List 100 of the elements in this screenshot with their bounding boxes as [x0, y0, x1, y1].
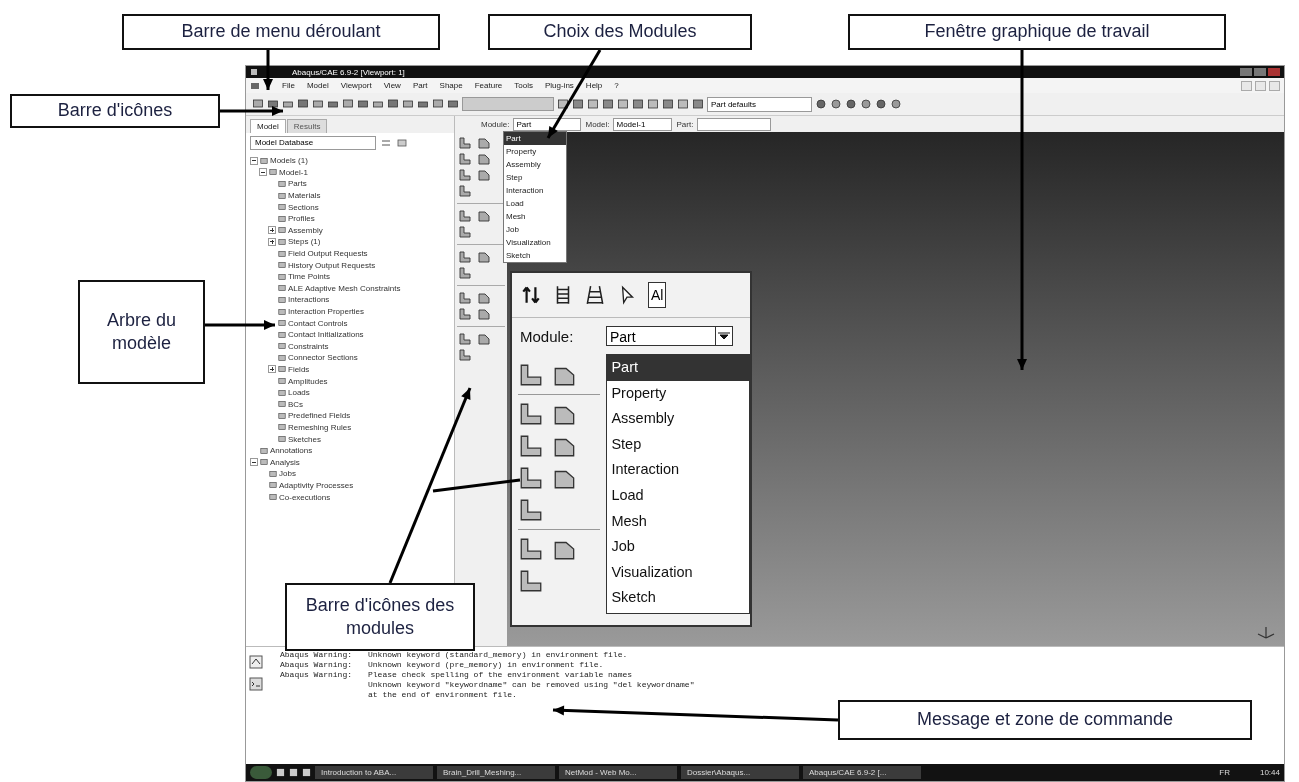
tree-item[interactable]: Analysis	[270, 457, 300, 467]
module-tool-icon[interactable]	[457, 250, 473, 264]
taskbar-button[interactable]: Introduction to ABA...	[315, 766, 433, 779]
module-tool-icon[interactable]	[476, 136, 492, 150]
toolbar-icon[interactable]	[417, 98, 429, 110]
module-tool-icon[interactable]	[518, 433, 544, 459]
module-tool-icon[interactable]	[518, 401, 544, 427]
toolbar-icon[interactable]	[387, 98, 399, 110]
menu-item[interactable]: Model	[306, 81, 329, 90]
arrows-icon[interactable]	[520, 284, 542, 306]
module-tool-icon[interactable]	[476, 307, 492, 321]
module-tool-icon[interactable]	[476, 332, 492, 346]
toolbar-icon[interactable]	[447, 98, 459, 110]
expand-toggle[interactable]	[268, 226, 276, 235]
module-tool-icon[interactable]	[457, 136, 473, 150]
module-tool-icon[interactable]	[457, 152, 473, 166]
toolbar-icon[interactable]	[267, 98, 279, 110]
module-tool-icon[interactable]	[457, 348, 473, 362]
menu-item[interactable]: ?	[614, 81, 619, 90]
language-indicator[interactable]: FR	[1219, 768, 1230, 777]
tree-item[interactable]: Amplitudes	[288, 376, 328, 386]
dropdown-option[interactable]: Property	[504, 145, 566, 158]
toolbar-icon[interactable]	[432, 98, 444, 110]
model-select[interactable]: Model-1	[613, 117, 673, 131]
expand-toggle[interactable]	[268, 237, 276, 246]
tree-item[interactable]: Parts	[288, 179, 307, 189]
tree-item[interactable]: Remeshing Rules	[288, 422, 352, 432]
tree-item[interactable]: Contact Controls	[288, 318, 348, 328]
module-tool-icon[interactable]	[518, 497, 544, 523]
tree-item[interactable]: Constraints	[288, 341, 329, 351]
dropdown-option[interactable]: Step	[607, 431, 749, 458]
module-tool-icon[interactable]	[518, 362, 544, 388]
module-tool-icon[interactable]	[476, 291, 492, 305]
taskbar-button[interactable]: Abaqus/CAE 6.9-2 [...	[803, 766, 921, 779]
taskbar-button[interactable]: Brain_Drill_Meshing...	[437, 766, 555, 779]
toolbar-icon[interactable]	[845, 98, 857, 110]
toolbar-icon[interactable]	[327, 98, 339, 110]
menu-item[interactable]: Feature	[474, 81, 503, 90]
dropdown-option[interactable]: Assembly	[607, 406, 749, 432]
module-tool-icon[interactable]	[457, 307, 473, 321]
tab[interactable]: Model	[250, 119, 286, 133]
dropdown-option[interactable]: Job	[504, 223, 566, 236]
dropdown-option[interactable]: Load	[504, 197, 566, 210]
toolbar-icon[interactable]	[357, 98, 369, 110]
toolbar-icon[interactable]	[617, 98, 629, 110]
tree-item[interactable]: Sketches	[288, 434, 321, 444]
dropdown-option[interactable]: Property	[607, 380, 749, 407]
module-tool-icon[interactable]	[476, 209, 492, 223]
toolbar-icon[interactable]	[602, 98, 614, 110]
tree-item[interactable]: Co-executions	[279, 492, 331, 502]
tree-item[interactable]: Loads	[288, 388, 310, 398]
message-area-icon[interactable]	[249, 655, 263, 669]
menu-item[interactable]: File	[282, 81, 295, 90]
toolbar-icon[interactable]	[282, 98, 294, 110]
expand-toggle[interactable]	[268, 365, 276, 374]
toolbar-icon[interactable]	[875, 98, 887, 110]
collapse-toggle[interactable]	[259, 168, 267, 177]
menu-item[interactable]: View	[383, 81, 401, 90]
dropdown-option[interactable]: Interaction	[504, 184, 566, 197]
menu-item[interactable]: Help	[585, 81, 603, 90]
cut-off-button[interactable]: Al	[648, 282, 667, 308]
tree-item[interactable]: Assembly	[288, 225, 323, 235]
tree-item[interactable]: Time Points	[288, 272, 330, 282]
toolbar-icon[interactable]	[692, 98, 704, 110]
module-tool-icon[interactable]	[476, 250, 492, 264]
taskbar-button[interactable]: NetMod - Web Mo...	[559, 766, 677, 779]
model-database-select[interactable]: Model Database	[250, 136, 376, 150]
module-tool-icon[interactable]	[457, 209, 473, 223]
toolbar-icon[interactable]	[647, 98, 659, 110]
tree-item[interactable]: Profiles	[288, 214, 315, 224]
dropdown-option[interactable]: Sketch	[607, 585, 749, 611]
render-style-select[interactable]: Part defaults	[707, 96, 812, 112]
tree-item[interactable]: Annotations	[270, 446, 313, 456]
menu-item[interactable]: Tools	[514, 81, 533, 90]
dropdown-option[interactable]: Step	[504, 171, 566, 184]
tree-item[interactable]: Predefined Fields	[288, 411, 351, 421]
toolbar-icon[interactable]	[890, 98, 902, 110]
dropdown-option[interactable]: Job	[607, 534, 749, 560]
tree-item[interactable]: Contact Initializations	[288, 330, 364, 340]
toolbar-icon[interactable]	[342, 98, 354, 110]
tree-item[interactable]: Model-1	[279, 167, 308, 177]
dropdown-option[interactable]: Visualization	[504, 236, 566, 249]
module-tool-icon[interactable]	[476, 152, 492, 166]
toolbar-icon[interactable]	[557, 98, 569, 110]
tab[interactable]: Results	[286, 119, 328, 133]
ladder-icon[interactable]	[584, 284, 606, 306]
tree-item[interactable]: Sections	[288, 202, 319, 212]
input-field[interactable]	[462, 97, 554, 111]
module-tool-icon[interactable]	[457, 184, 473, 198]
module-tool-icon[interactable]	[457, 266, 473, 280]
tree-item[interactable]: Adaptivity Processes	[279, 480, 354, 490]
module-tool-icon[interactable]	[476, 168, 492, 182]
toolbar-icon[interactable]	[587, 98, 599, 110]
collapse-toggle[interactable]	[250, 156, 258, 165]
toolbar-icon[interactable]	[252, 98, 264, 110]
dropdown-option[interactable]: Load	[607, 482, 749, 509]
toolbar-icon[interactable]	[677, 98, 689, 110]
toolbar-icon[interactable]	[815, 98, 827, 110]
taskbar-button[interactable]: Dossier\Abaqus...	[681, 766, 799, 779]
module-tool-icon[interactable]	[457, 332, 473, 346]
